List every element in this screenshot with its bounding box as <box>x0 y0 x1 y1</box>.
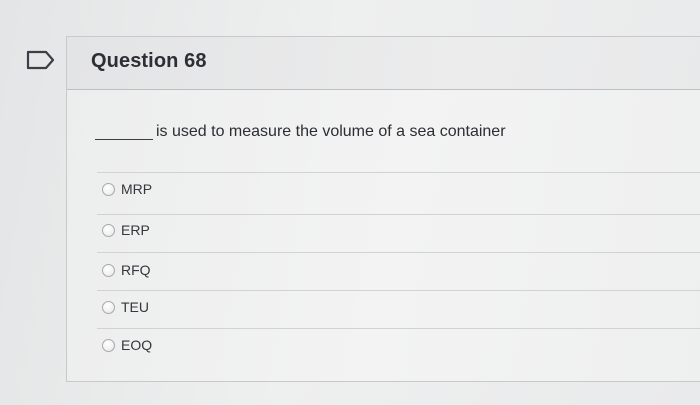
option-label: MRP <box>121 181 153 197</box>
answer-option-rfq[interactable]: RFQ <box>97 259 700 285</box>
divider <box>97 328 700 329</box>
question-header: Question 68 <box>67 37 700 90</box>
radio-button[interactable] <box>102 264 115 277</box>
answer-option-erp[interactable]: ERP <box>97 219 700 245</box>
question-prompt: is used to measure the volume of a sea c… <box>95 123 506 145</box>
prompt-text: is used to measure the volume of a sea c… <box>156 123 506 140</box>
radio-button[interactable] <box>102 339 115 352</box>
divider <box>97 172 700 173</box>
flag-icon[interactable] <box>26 50 56 70</box>
divider <box>97 290 700 291</box>
question-card: Question 68 is used to measure the volum… <box>66 36 700 382</box>
option-label: RFQ <box>121 262 151 278</box>
answer-option-mrp[interactable]: MRP <box>97 178 700 204</box>
radio-button[interactable] <box>102 183 115 196</box>
option-label: TEU <box>121 299 149 315</box>
option-label: EOQ <box>121 337 153 353</box>
divider <box>97 252 700 253</box>
answer-blank <box>95 123 153 140</box>
option-label: ERP <box>121 222 150 238</box>
answer-option-eoq[interactable]: EOQ <box>97 334 700 360</box>
radio-button[interactable] <box>102 224 115 237</box>
radio-button[interactable] <box>102 301 115 314</box>
divider <box>97 214 700 215</box>
answer-option-teu[interactable]: TEU <box>97 296 700 322</box>
question-title: Question 68 <box>91 50 207 72</box>
